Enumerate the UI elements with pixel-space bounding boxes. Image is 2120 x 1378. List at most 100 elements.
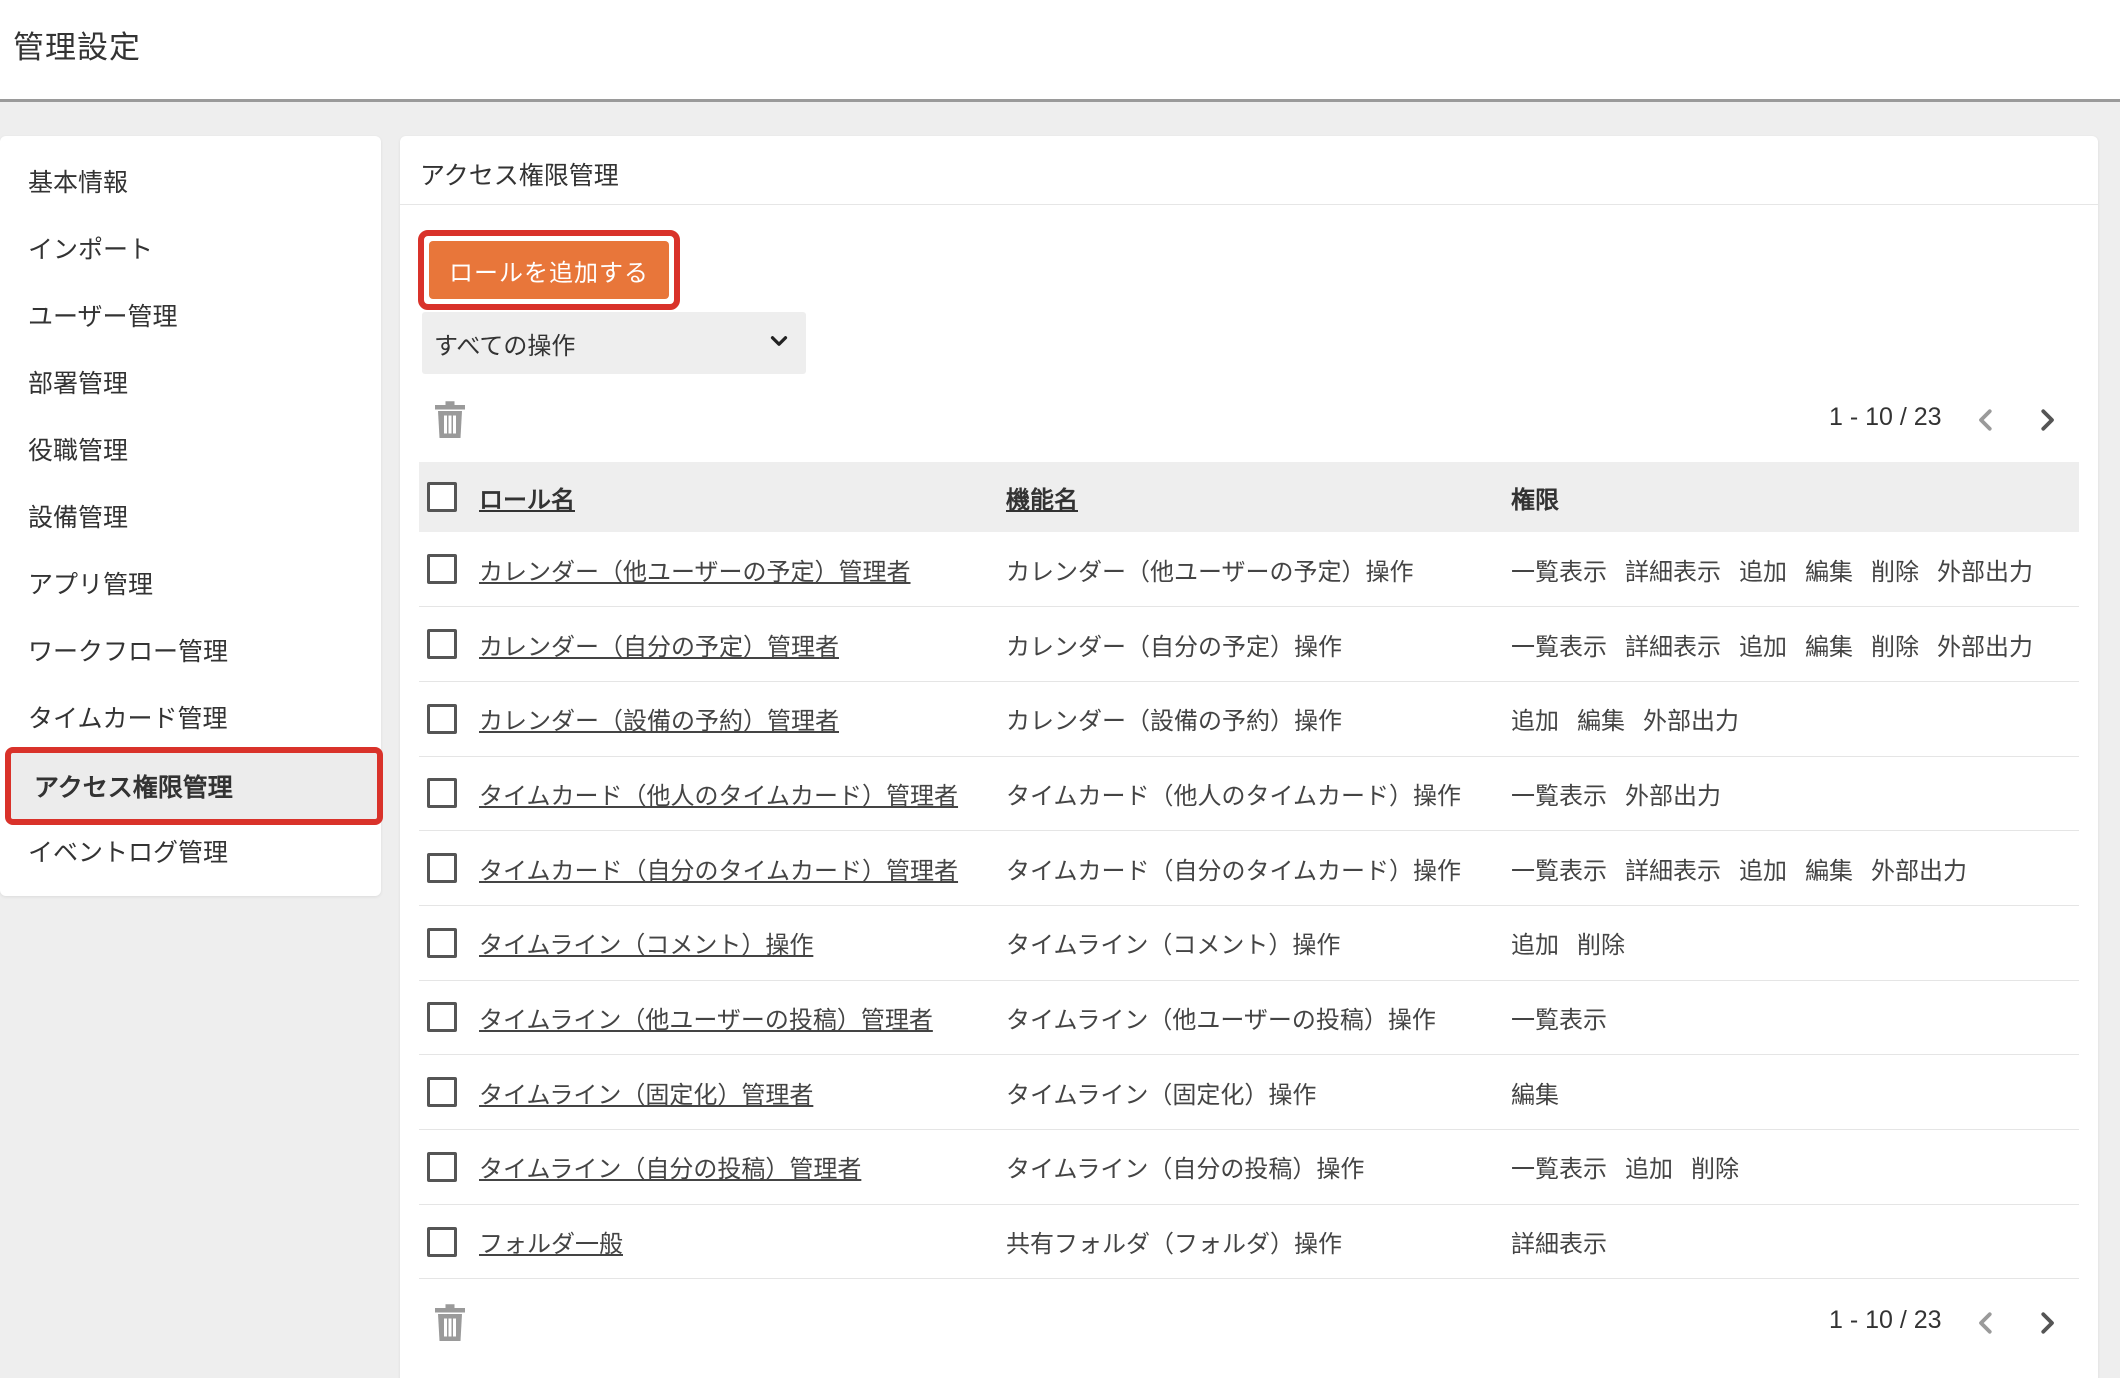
permission-label: 追加 [1511,931,1559,960]
role-name-link[interactable]: カレンダー（自分の予定）管理者 [479,633,839,661]
role-name-link[interactable]: タイムライン（固定化）管理者 [479,1081,813,1109]
chevron-right-icon[interactable] [2032,1308,2062,1338]
permission-label: 編集 [1805,632,1853,661]
row-checkbox[interactable] [427,927,457,958]
table-header-row: ロール名 機能名 権限 [419,462,2079,532]
table-row: カレンダー（他ユーザーの予定）管理者 カレンダー（他ユーザーの予定）操作 一覧表示詳… [419,532,2079,607]
table-row: カレンダー（自分の予定）管理者 カレンダー（自分の予定）操作 一覧表示 詳細表示 追加編… [419,607,2079,682]
row-checkbox[interactable] [427,1151,457,1182]
table-row: タイムライン（固定化）管理者 タイムライン（固定化）操作 編集 [419,1055,2079,1130]
panel-title: アクセス権限管理 [420,161,619,190]
function-name: カレンダー（設備の予約）操作 [1006,707,1342,736]
top-bar: 管理設定 [0,0,2120,102]
permission-label: 追加 [1739,557,1787,586]
permission-label: 追加 [1739,856,1787,885]
sidebar-item-equipment-management[interactable]: 設備管理 [0,482,381,549]
chevron-right-icon[interactable] [2032,405,2062,435]
sidebar-item-basic-info[interactable]: 基本情報 [0,147,381,214]
permission-label: 詳細表示 [1625,632,1721,661]
permission-label: 詳細表示 [1511,1230,1607,1259]
permission-label: 一覧表示 [1511,856,1607,885]
permissions-cell: 追加 削除 [1511,905,2079,980]
role-name-link[interactable]: タイムカード（他人のタイムカード）管理者 [479,782,958,810]
table-row: カレンダー（設備の予約）管理者 カレンダー（設備の予約）操作 追加 編集 外部出力 [419,681,2079,757]
row-checkbox[interactable] [427,554,457,585]
permissions-cell: 一覧表示 追加 削除 [1511,1130,2079,1205]
main-panel: アクセス権限管理 ロールを追加する すべての操作 1 - 10 / 23 ロール… [400,136,2098,1378]
roles-table: ロール名 機能名 権限 カレンダー（他ユーザーの予定）管理者 カレンダー（他ユーザ… [419,462,2079,1279]
add-role-button[interactable]: ロールを追加する [429,241,669,299]
permission-label: 外部出力 [1643,707,1739,736]
operation-filter-select[interactable]: すべての操作 [422,312,806,374]
table-row: タイムカード（自分のタイムカード）管理者 タイムカード（自分のタイムカード）操作 一… [419,831,2079,906]
permission-label: 外部出力 [1625,781,1721,810]
row-checkbox[interactable] [427,1077,457,1108]
role-name-link[interactable]: タイムライン（自分の投稿）管理者 [479,1155,861,1183]
permission-label: 一覧表示 [1511,1155,1607,1184]
permission-label: 詳細表示 [1625,856,1721,885]
sidebar-item-department-management[interactable]: 部署管理 [0,348,381,415]
role-name-link[interactable]: タイムカード（自分のタイムカード）管理者 [479,857,958,885]
permission-label: 削除 [1577,931,1625,960]
permissions-cell: 詳細表示 [1511,1204,2079,1279]
permission-label: 編集 [1805,856,1853,885]
table-row: フォルダ一般 共有フォルダ（フォルダ）操作 詳細表示 [419,1204,2079,1279]
role-name-link[interactable]: フォルダ一般 [479,1230,623,1258]
permissions-cell: 一覧表示 [1511,980,2079,1055]
permission-label: 外部出力 [1871,856,1967,885]
page-title: 管理設定 [13,30,141,66]
function-name: カレンダー（自分の予定）操作 [1006,632,1342,661]
row-checkbox[interactable] [427,1226,457,1257]
role-name-link[interactable]: タイムライン（他ユーザーの投稿）管理者 [479,1006,933,1034]
table-row: タイムライン（自分の投稿）管理者 タイムライン（自分の投稿）操作 一覧表示 追加 削除 [419,1130,2079,1205]
sidebar-item-position-management[interactable]: 役職管理 [0,415,381,482]
table-row: タイムライン（他ユーザーの投稿）管理者 タイムライン（他ユーザーの投稿）操作 一覧表… [419,980,2079,1055]
table-row: タイムライン（コメント）操作 タイムライン（コメント）操作 追加 削除 [419,905,2079,981]
permissions-cell: 一覧表示 外部出力 [1511,756,2079,831]
function-name: タイムライン（固定化）操作 [1006,1080,1317,1109]
add-role-highlight: ロールを追加する [418,230,680,310]
function-name: 共有フォルダ（フォルダ）操作 [1006,1230,1342,1259]
operation-filter-value: すべての操作 [434,331,576,360]
chevron-left-icon[interactable] [1971,405,2001,435]
chevron-down-icon [770,336,788,346]
row-checkbox[interactable] [427,629,457,660]
sidebar-item-timecard-management[interactable]: タイムカード管理 [0,683,381,750]
row-checkbox[interactable] [427,778,457,809]
permissions-cell: 一覧表示 詳細表示 追加 編集 外部出力 [1511,831,2079,906]
permission-label: 削除 [1871,557,1919,586]
row-checkbox[interactable] [427,703,457,734]
chevron-left-icon[interactable] [1971,1308,2001,1338]
column-header-role[interactable]: ロール名 [479,486,575,514]
function-name: タイムライン（コメント）操作 [1006,931,1341,960]
permission-label: 削除 [1871,632,1919,661]
permissions-cell: 一覧表示 詳細表示 追加 編集 削除 外部出力 [1511,607,2079,682]
row-checkbox[interactable] [427,1002,457,1033]
sidebar-item-user-management[interactable]: ユーザー管理 [0,281,381,348]
sidebar-item-access-rights[interactable]: アクセス権限管理 [5,747,383,825]
function-name: タイムカード（自分のタイムカード）操作 [1006,856,1462,885]
function-name: カレンダー（他ユーザーの予定）操作 [1006,557,1414,586]
function-name: タイムカード（他人のタイムカード）操作 [1006,781,1462,810]
pager-range-top: 1 - 10 / 23 [1829,403,1942,431]
sidebar-item-workflow-management[interactable]: ワークフロー管理 [0,616,381,683]
permission-label: 削除 [1691,1155,1739,1184]
trash-icon[interactable] [432,1303,468,1343]
sidebar-item-import[interactable]: インポート [0,214,381,281]
row-checkbox[interactable] [427,853,457,884]
title-divider [400,204,2098,205]
select-all-checkbox[interactable] [427,482,457,512]
role-name-link[interactable]: カレンダー（他ユーザーの予定）管理者 [479,558,911,586]
sidebar-item-app-management[interactable]: アプリ管理 [0,549,381,616]
function-name: タイムライン（他ユーザーの投稿）操作 [1006,1005,1436,1034]
permission-label: 外部出力 [1937,632,2033,661]
role-name-link[interactable]: カレンダー（設備の予約）管理者 [479,707,839,735]
permission-label: 外部出力 [1937,557,2033,586]
permission-label: 編集 [1577,707,1625,736]
permission-label: 追加 [1511,707,1559,736]
trash-icon[interactable] [432,400,468,440]
column-header-function[interactable]: 機能名 [1006,486,1078,514]
permission-label: 編集 [1805,557,1853,586]
role-name-link[interactable]: タイムライン（コメント）操作 [479,931,813,959]
sidebar-item-event-log-management[interactable]: イベントログ管理 [0,817,381,884]
